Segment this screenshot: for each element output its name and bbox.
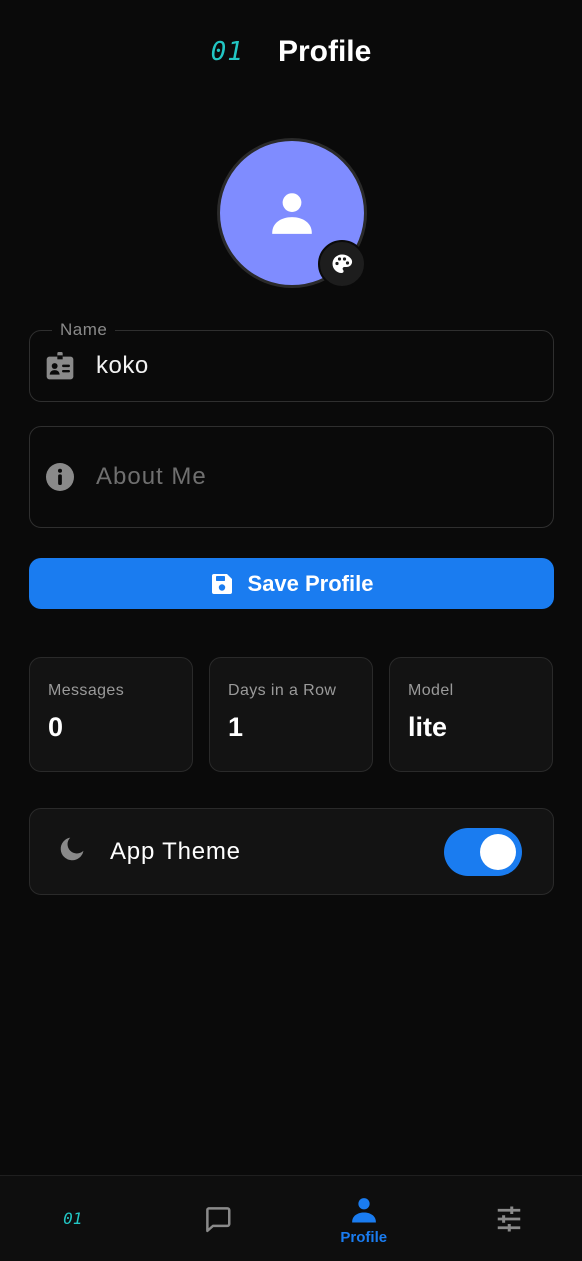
info-icon: [44, 461, 76, 493]
name-field-label: Name: [52, 320, 116, 340]
app-theme-toggle[interactable]: [444, 828, 522, 876]
stat-value: lite: [408, 712, 448, 742]
name-field[interactable]: Name: [29, 320, 554, 402]
save-icon: [211, 573, 232, 594]
nav-home[interactable]: 01: [0, 1176, 146, 1261]
about-field[interactable]: [29, 426, 554, 528]
stat-card-model: Model lite: [389, 657, 553, 772]
save-profile-button[interactable]: Save Profile: [29, 558, 554, 609]
save-profile-label: Save Profile: [247, 570, 374, 596]
app-theme-label: App Theme: [110, 837, 241, 865]
app-logo-small: 01: [63, 1209, 83, 1228]
avatar-container: [217, 138, 367, 288]
sliders-icon: [498, 1206, 521, 1231]
app-header: 01 Profile: [0, 30, 582, 74]
bottom-nav: 01 Profile: [0, 1175, 582, 1261]
chat-icon: [206, 1206, 231, 1232]
app-theme-setting: App Theme: [29, 808, 554, 895]
stat-card-streak: Days in a Row 1: [209, 657, 373, 772]
nav-profile[interactable]: Profile: [291, 1176, 437, 1261]
badge-icon: [44, 350, 76, 382]
name-input[interactable]: [96, 331, 553, 401]
page-title: Profile: [277, 35, 372, 68]
stat-value: 1: [228, 712, 244, 742]
stat-card-messages: Messages 0: [29, 657, 193, 772]
stat-value: 0: [48, 712, 64, 742]
profile-screen: 01 Profile Name koko About Me Save Profi…: [0, 0, 582, 1261]
nav-settings[interactable]: [437, 1176, 582, 1261]
person-icon: [351, 1198, 376, 1223]
nav-chat[interactable]: [146, 1176, 292, 1261]
about-input[interactable]: [96, 427, 553, 527]
stat-label: Days in a Row: [228, 682, 337, 699]
stat-label: Model: [408, 682, 454, 699]
person-icon: [272, 193, 312, 234]
toggle-knob: [480, 834, 516, 870]
change-avatar-color-button[interactable]: [318, 240, 366, 288]
stat-label: Messages: [48, 682, 125, 699]
nav-profile-label: Profile: [340, 1229, 388, 1246]
moon-icon: [58, 835, 86, 868]
palette-icon: [332, 254, 353, 273]
app-logo: 01: [210, 37, 244, 67]
